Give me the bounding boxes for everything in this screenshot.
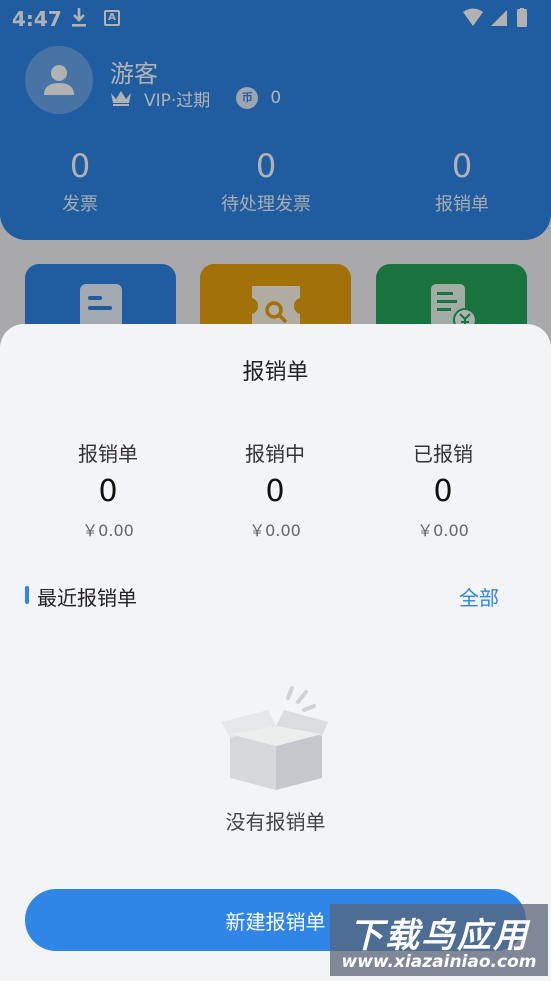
summary-count: 0 (98, 474, 118, 509)
summary-count: 0 (265, 474, 285, 509)
watermark: 下载鸟应用 www.xiazainiao.com (330, 904, 548, 976)
recent-section-title: 最近报销单 (37, 586, 137, 610)
view-all-link[interactable]: 全部 (459, 582, 499, 611)
empty-state-text: 没有报销单 (225, 810, 326, 834)
summary-amount: ￥0.00 (82, 521, 134, 540)
sheet-title: 报销单 (242, 360, 309, 385)
summary-amount: ￥0.00 (417, 521, 469, 540)
summary-in-progress[interactable]: 报销中 0 ￥0.00 (190, 438, 360, 541)
summary-label: 已报销 (413, 442, 473, 466)
summary-amount: ￥0.00 (249, 521, 301, 540)
summary-total[interactable]: 报销单 0 ￥0.00 (23, 438, 193, 541)
summary-reimbursed[interactable]: 已报销 0 ￥0.00 (358, 438, 528, 541)
summary-count: 0 (433, 474, 453, 509)
reimbursement-bottom-sheet: 报销单 报销单 0 ￥0.00 报销中 0 ￥0.00 已报销 0 ￥0.00 … (0, 324, 551, 981)
watermark-title: 下载鸟应用 (349, 916, 529, 956)
summary-label: 报销单 (78, 442, 138, 466)
summary-label: 报销中 (245, 442, 305, 466)
section-accent-bar (25, 586, 29, 604)
watermark-url: www.xiazainiao.com (341, 952, 537, 972)
empty-box-icon (222, 686, 328, 790)
